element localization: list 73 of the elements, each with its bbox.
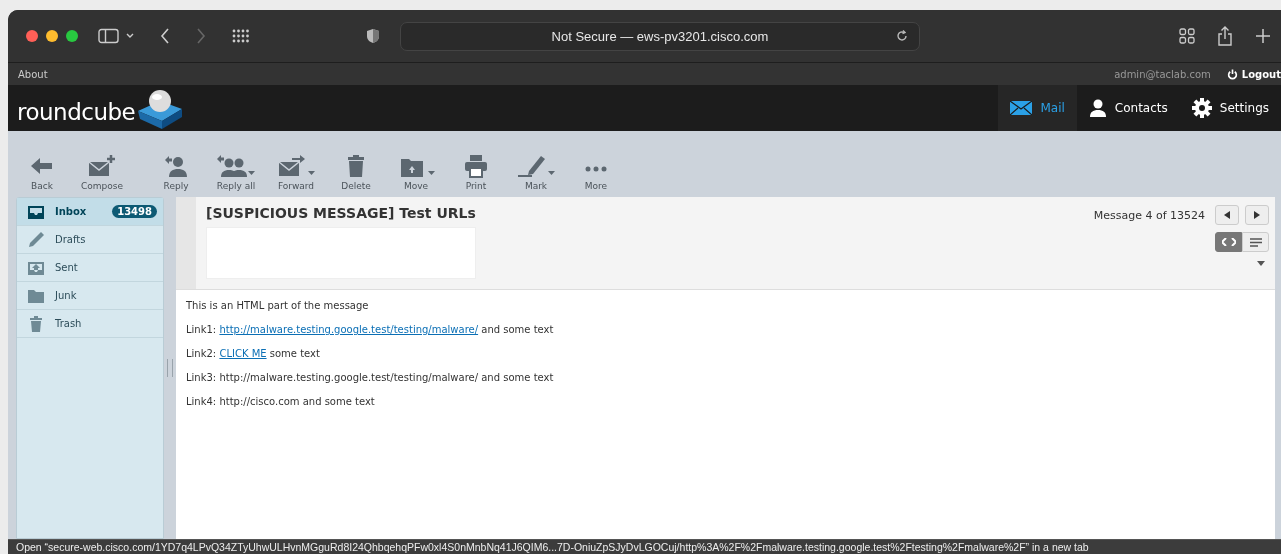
link[interactable]: CLICK ME bbox=[219, 348, 267, 359]
envelope-icon bbox=[1010, 101, 1033, 115]
junk-folder-icon bbox=[27, 287, 45, 304]
folder-item[interactable]: Junk bbox=[17, 282, 163, 310]
zoom-window-button[interactable] bbox=[66, 30, 78, 42]
nav-tab[interactable]: Mail bbox=[998, 85, 1077, 131]
reply-people-icon bbox=[217, 154, 247, 178]
settings-icon bbox=[1191, 98, 1212, 118]
toolbar-button[interactable]: More bbox=[568, 152, 624, 191]
pen-icon bbox=[517, 154, 547, 178]
caret-icon[interactable] bbox=[248, 171, 255, 176]
toolbar-button[interactable]: Print bbox=[448, 152, 504, 191]
reload-icon[interactable] bbox=[895, 28, 909, 43]
toolbar-button[interactable]: Forward bbox=[268, 152, 324, 191]
toolbar-button[interactable]: Compose bbox=[74, 152, 130, 191]
right-triangle-icon bbox=[1254, 211, 1260, 219]
folder-item[interactable]: Inbox 13498 bbox=[17, 198, 163, 226]
next-message-button[interactable] bbox=[1245, 205, 1269, 225]
dots-icon bbox=[585, 166, 607, 172]
text-lines-icon bbox=[1249, 237, 1262, 247]
grid-icon[interactable] bbox=[232, 28, 250, 44]
folder-item[interactable]: Drafts bbox=[17, 226, 163, 254]
about-link[interactable]: About bbox=[18, 68, 48, 80]
toolbar-button[interactable]: Delete bbox=[328, 152, 384, 191]
previous-message-button[interactable] bbox=[1215, 205, 1239, 225]
link-status-bar: Open “secure-web.cisco.com/1YD7q4LPvQ34ZTyUhwULHvnMGguRd8I24QhbqehqPFw0xl4S0nMnbNq41J6QIM6...7D-OniuZpSJyDvLGOCuj/http%3A%2F%2Fmalware.testing.google.test%2Ftesting%2Fmalware%2F” in a new tab bbox=[8, 539, 1281, 554]
message-line: Link1: http://malware.testing.google.test/testing/malware/ and some text bbox=[186, 323, 555, 337]
toolbar-button[interactable]: Reply bbox=[148, 152, 204, 191]
person-icon bbox=[1088, 99, 1107, 117]
shield-icon[interactable] bbox=[366, 28, 380, 44]
new-tab-icon[interactable] bbox=[1255, 28, 1271, 44]
caret-icon[interactable] bbox=[548, 171, 555, 176]
sidebar-toggle-icon[interactable] bbox=[98, 28, 134, 44]
outbox-tray-icon bbox=[27, 259, 45, 276]
splitter-handle[interactable] bbox=[167, 359, 173, 377]
plain-text-view-button[interactable] bbox=[1242, 232, 1269, 252]
message-line: Link3: http://malware.testing.google.test/testing/malware/ and some text bbox=[186, 371, 555, 385]
unread-count: 13498 bbox=[112, 205, 157, 218]
nav-tab[interactable]: Settings bbox=[1179, 85, 1281, 131]
toolbar-button[interactable]: Move bbox=[388, 152, 444, 191]
minimize-window-button[interactable] bbox=[46, 30, 58, 42]
folder-item[interactable]: Sent bbox=[17, 254, 163, 282]
share-icon[interactable] bbox=[1217, 26, 1233, 46]
folder-item[interactable]: Trash bbox=[17, 310, 163, 338]
message-line: This is an HTML part of the message bbox=[186, 299, 370, 313]
envelope-plus-icon bbox=[87, 154, 117, 178]
message-line: Link2: CLICK ME some text bbox=[186, 347, 321, 361]
toolbar-button[interactable]: Reply all bbox=[208, 152, 264, 191]
username: admin@taclab.com bbox=[1114, 68, 1211, 80]
left-triangle-icon bbox=[1224, 211, 1230, 219]
back-icon[interactable] bbox=[160, 28, 170, 44]
message-counter: Message 4 of 13524 bbox=[1093, 208, 1205, 222]
envelope-arrow-icon bbox=[277, 154, 307, 178]
toolbar-button[interactable]: Mark bbox=[508, 152, 564, 191]
caret-icon[interactable] bbox=[428, 171, 435, 176]
inbox-tray-icon bbox=[27, 203, 45, 220]
toolbar-button[interactable]: Back bbox=[14, 152, 70, 191]
close-window-button[interactable] bbox=[26, 30, 38, 42]
link[interactable]: http://malware.testing.google.test/testing/malware/ bbox=[219, 324, 479, 335]
trash-icon bbox=[27, 315, 45, 332]
address-bar[interactable]: Not Secure — ews-pv3201.cisco.com bbox=[400, 21, 920, 51]
roundcube-logo: roundcube bbox=[17, 99, 136, 125]
logout-link[interactable]: Logout bbox=[1226, 68, 1281, 80]
code-icon bbox=[1221, 238, 1236, 246]
message-subject: [SUSPICIOUS MESSAGE] Test URLs bbox=[206, 205, 476, 221]
caret-icon[interactable] bbox=[308, 171, 315, 176]
expand-headers-icon[interactable] bbox=[1257, 261, 1265, 266]
nav-tab[interactable]: Contacts bbox=[1076, 85, 1180, 131]
power-icon bbox=[1226, 68, 1238, 80]
message-line: Link4: http://cisco.com and some text bbox=[186, 395, 376, 409]
tab-overview-icon[interactable] bbox=[1179, 28, 1195, 44]
html-view-button[interactable] bbox=[1215, 232, 1242, 252]
pencil-icon bbox=[27, 231, 45, 248]
